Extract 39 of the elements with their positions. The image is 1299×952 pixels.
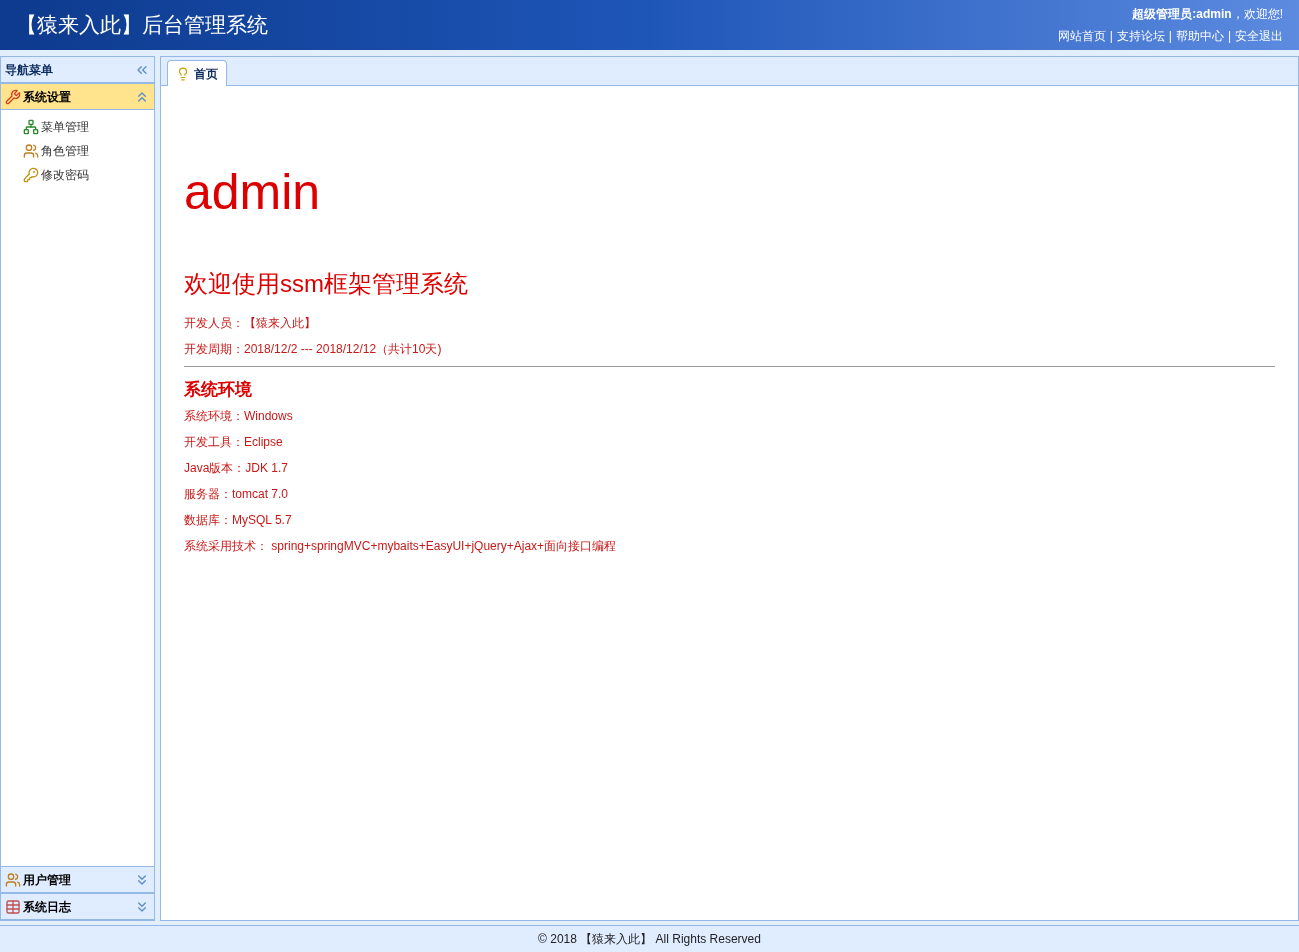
header-link[interactable]: 支持论坛 <box>1116 27 1165 45</box>
sidebar-title: 导航菜单 <box>5 61 53 79</box>
link-separator: | <box>1109 28 1113 45</box>
info-line: 系统环境：Windows <box>184 408 294 425</box>
menu-item[interactable]: 角色管理 <box>23 142 154 160</box>
user-greeting: 超级管理员:admin，欢迎您! <box>1132 6 1283 23</box>
key-icon <box>23 167 39 183</box>
wrench-icon <box>5 88 21 105</box>
page-heading: admin <box>184 163 322 222</box>
info-line: 数据库：MySQL 5.7 <box>184 512 293 529</box>
header-link[interactable]: 网站首页 <box>1057 27 1106 45</box>
info-line: 开发周期：2018/12/2 --- 2018/12/12（共计10天) <box>184 341 443 358</box>
menu-item[interactable]: 菜单管理 <box>23 118 154 136</box>
section-title: 系统环境 <box>184 379 253 401</box>
header-link[interactable]: 安全退出 <box>1235 27 1283 45</box>
accordion-title: 用户管理 <box>23 871 71 889</box>
users-icon <box>23 143 39 159</box>
lightbulb-icon <box>176 66 190 81</box>
info-line: 开发人员：【猿来入此】 <box>184 315 317 332</box>
accordion-header[interactable]: 系统日志 <box>1 893 154 920</box>
app-title: 【猿来入此】后台管理系统 <box>16 12 268 39</box>
welcome-title: 欢迎使用ssm框架管理系统 <box>184 269 469 299</box>
tab[interactable]: 首页 <box>167 60 227 86</box>
info-line: 服务器：tomcat 7.0 <box>184 486 290 503</box>
accordion-header[interactable]: 系统设置 <box>1 83 154 110</box>
accordion-header[interactable]: 用户管理 <box>1 866 154 893</box>
copyright-text: © 2018 【猿来入此】 All Rights Reserved <box>538 931 761 948</box>
users-icon <box>5 871 21 888</box>
link-separator: | <box>1168 28 1172 45</box>
link-separator: | <box>1227 28 1231 45</box>
info-line: 开发工具：Eclipse <box>184 434 284 451</box>
info-line: 系统采用技术： spring+springMVC+mybaits+EasyUI+jQuery+Ajax+面向接口编程 <box>184 538 618 555</box>
menu-item[interactable]: 修改密码 <box>23 166 154 184</box>
info-line: Java版本：JDK 1.7 <box>184 460 290 477</box>
accordion-title: 系统设置 <box>23 88 71 106</box>
table-icon <box>5 898 21 915</box>
accordion-title: 系统日志 <box>23 898 71 916</box>
header-link[interactable]: 帮助中心 <box>1175 27 1224 45</box>
tree-icon <box>23 119 39 135</box>
